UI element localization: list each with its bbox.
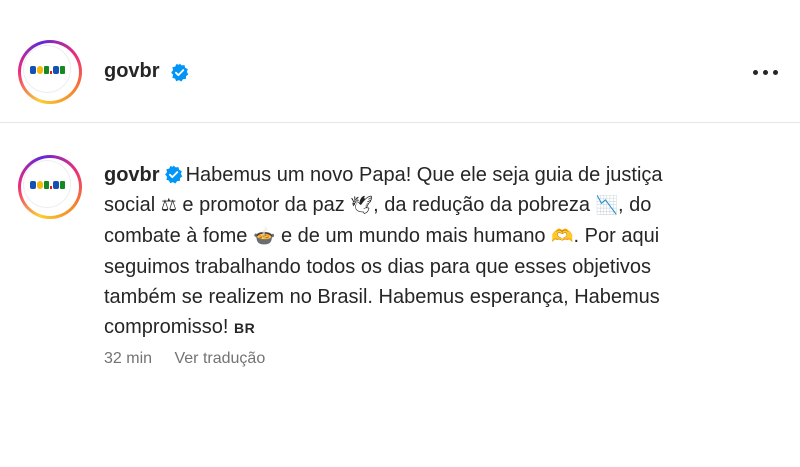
- gov-br-logo: [30, 66, 65, 74]
- caption-text: seguimos trabalhando todos os dias para …: [104, 256, 652, 278]
- more-options-button[interactable]: [752, 64, 780, 80]
- bowl-emoji-icon: 🍲: [252, 226, 276, 247]
- caption-text: , da redução da pobreza: [373, 194, 590, 216]
- caption-text: . Por aqui: [573, 225, 660, 247]
- avatar[interactable]: [18, 40, 82, 104]
- caption-text: e promotor da paz: [182, 194, 345, 216]
- verified-badge-icon: [171, 63, 189, 82]
- br-flag-icon: BR: [234, 320, 256, 336]
- see-translation-link[interactable]: Ver tradução: [174, 350, 265, 367]
- timestamp: 32 min: [104, 350, 153, 367]
- verified-badge-icon: [164, 165, 182, 184]
- caption-text: combate à fome: [104, 225, 248, 247]
- dove-emoji-icon: 🕊: [350, 195, 374, 216]
- caption-text: Habemus um novo Papa! Que ele seja guia …: [185, 164, 663, 186]
- caption-username[interactable]: govbr: [104, 164, 160, 186]
- post-header: govbr: [0, 0, 800, 123]
- caption-text: e de um mundo mais humano: [280, 225, 546, 247]
- comment-meta: 32 min Ver tradução: [104, 350, 265, 368]
- header-username[interactable]: govbr: [104, 60, 160, 83]
- caption-text: social: [104, 194, 156, 216]
- scales-emoji-icon: ⚖: [160, 195, 177, 216]
- caption-text: , do: [617, 194, 652, 216]
- post-caption: govbr Habemus um novo Papa! Que ele seja…: [104, 160, 754, 343]
- chart-down-emoji-icon: 📉: [595, 195, 618, 216]
- comment-avatar[interactable]: [18, 155, 82, 219]
- caption-text: compromisso!: [104, 316, 229, 338]
- gov-br-logo: [30, 181, 65, 189]
- heart-hands-emoji-icon: 🫶: [551, 226, 574, 247]
- caption-text: também se realizem no Brasil. Habemus es…: [104, 286, 660, 308]
